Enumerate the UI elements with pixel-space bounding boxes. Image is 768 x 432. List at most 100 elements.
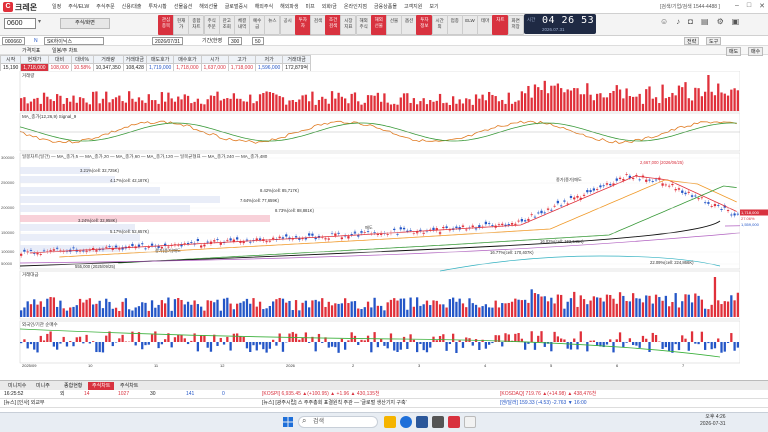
flow-bar xyxy=(504,333,507,342)
toolbar-button[interactable]: 테마 xyxy=(477,15,494,35)
stock-chart[interactable]: 거래량 MA_종가(12,26,9) Signal_9 일봉차트(일간) — MA_… xyxy=(0,71,740,368)
bottom-tab[interactable]: 주식차트 xyxy=(116,382,142,390)
menu-item[interactable]: 일정 xyxy=(52,3,61,10)
store-icon[interactable] xyxy=(432,416,444,428)
menu-item[interactable]: 해외파생 xyxy=(280,3,298,10)
file-explorer-icon[interactable] xyxy=(384,416,396,428)
menu-item[interactable]: 신용/대출 xyxy=(122,3,142,10)
bottom-tab[interactable]: 미니주 xyxy=(32,382,54,390)
menu-item[interactable]: 금융상품몰 xyxy=(374,3,397,10)
candle-body xyxy=(690,195,694,197)
trading-value-bar xyxy=(219,310,222,317)
menu-item[interactable]: 글로벌증시 xyxy=(225,3,248,10)
menu-item[interactable]: 선물옵션 xyxy=(174,3,192,10)
taskbar-search[interactable]: 검색 xyxy=(298,416,378,428)
volume-bar xyxy=(291,99,294,111)
creon-taskbar-icon[interactable] xyxy=(448,416,460,428)
toolbar-button[interactable]: 조건 검색 xyxy=(325,15,342,35)
menu-item[interactable]: 해외주식 xyxy=(255,3,273,10)
sell-button[interactable]: 매도 xyxy=(726,47,742,56)
volume-bar xyxy=(484,100,488,111)
trading-value-bar xyxy=(488,307,491,317)
minimize-icon[interactable]: – xyxy=(735,2,739,10)
bottom-tab[interactable]: 주식차트 xyxy=(88,382,115,390)
unit-input[interactable]: 50 xyxy=(252,37,264,45)
menu-item[interactable]: 외화/금 xyxy=(322,3,337,10)
user-icon[interactable]: ☺ xyxy=(660,17,668,26)
flow-bar xyxy=(252,342,255,346)
menu-item[interactable]: 온라인지점 xyxy=(344,3,367,10)
bell-icon[interactable]: ♪ xyxy=(676,17,680,26)
buy-button[interactable]: 매수 xyxy=(748,47,764,56)
toolbar-button[interactable]: 시간 외 xyxy=(431,15,448,35)
menu-item[interactable]: 주식/ELW xyxy=(68,3,89,10)
toolbar-button[interactable]: 뉴스 xyxy=(264,15,281,35)
toolbar-button[interactable]: 예수 금 xyxy=(249,15,266,35)
toolbar-button[interactable]: 해외 선물 xyxy=(370,15,387,35)
flow-bar xyxy=(540,331,543,342)
tab-price-indicators[interactable]: 가격지표 xyxy=(22,47,40,54)
toolbar-button[interactable]: 관심 종목 xyxy=(158,15,174,35)
volume-bar xyxy=(20,98,23,111)
toolbar-button[interactable]: 해외 주식 xyxy=(355,15,372,35)
browser-icon[interactable] xyxy=(400,416,412,428)
candle-body xyxy=(213,240,216,242)
price-scale: 1,718,00027.06%1,559,000 xyxy=(740,209,768,228)
bottom-tab[interactable]: 종합현황 xyxy=(60,382,86,390)
strategy-button[interactable]: 전략 xyxy=(684,37,700,45)
volume-bar xyxy=(612,90,615,111)
count-input[interactable]: 300 xyxy=(228,37,243,45)
flow-bar xyxy=(452,333,455,342)
toolbar-button[interactable]: ELW xyxy=(462,15,478,35)
toolbar-button[interactable]: 화면 저장 xyxy=(507,15,524,35)
toolbar-button[interactable]: 체결 내역 xyxy=(234,15,250,35)
volume-bar xyxy=(249,94,252,111)
windows-start-icon[interactable] xyxy=(282,416,294,428)
close-icon[interactable]: ✕ xyxy=(759,2,765,10)
mail-icon[interactable] xyxy=(464,416,476,428)
chevron-down-icon[interactable]: ▾ xyxy=(38,18,48,29)
toolbar-button[interactable]: 차트 xyxy=(492,15,509,35)
toolbar-button[interactable]: 현재 가 xyxy=(173,15,190,35)
camera-icon[interactable]: ◘ xyxy=(688,17,693,26)
menu-item[interactable]: 해외선물 xyxy=(199,3,217,10)
menu-item[interactable]: 투자시황 xyxy=(148,3,166,10)
app-icon[interactable] xyxy=(416,416,428,428)
toolbar-button[interactable]: 주식 주문 xyxy=(203,15,220,35)
candle-body xyxy=(314,237,317,240)
maximize-icon[interactable]: □ xyxy=(747,2,751,10)
toolbar-button[interactable]: 선물 xyxy=(386,15,402,35)
menu-item[interactable]: 보기 xyxy=(429,3,438,10)
flow-bar xyxy=(628,338,632,342)
trading-value-bar xyxy=(589,300,592,317)
trading-value-bar xyxy=(661,300,664,317)
print-icon[interactable]: ▤ xyxy=(701,17,709,26)
date-input[interactable]: 2026/07/31 xyxy=(152,37,184,45)
menu-item[interactable]: 미프 xyxy=(306,3,315,10)
menu-item[interactable]: 주식주문 xyxy=(96,3,114,10)
toolbar-button[interactable]: 옵션 xyxy=(401,15,418,35)
toolbar-button[interactable]: 공시 xyxy=(279,15,296,35)
flow-bar xyxy=(448,342,452,345)
toolbar-button[interactable]: 종합 차트 xyxy=(188,15,205,35)
lock-icon[interactable]: ▣ xyxy=(732,17,740,26)
flow-bar xyxy=(29,342,33,345)
tools-button[interactable]: 도구 xyxy=(706,37,722,45)
bottom-tab[interactable]: 미니지수 xyxy=(4,382,30,390)
screen-code-input[interactable]: 0600 xyxy=(4,18,36,29)
toolbar-button[interactable]: 투자 자 xyxy=(294,15,311,35)
tab-daily-chart[interactable]: 일봉/주 차트 xyxy=(52,47,78,54)
stock-code-input[interactable]: 000660 xyxy=(2,37,25,45)
toolbar-button[interactable]: 잔고 조회 xyxy=(218,15,235,35)
menu-item[interactable]: 고객지원 xyxy=(404,3,422,10)
volume-bar xyxy=(206,99,209,111)
quote-header: 매수호가 xyxy=(173,55,202,64)
toolbar-button[interactable]: 검색 xyxy=(310,15,326,35)
volume-bar xyxy=(298,99,301,111)
gear-icon[interactable]: ⚙ xyxy=(717,17,724,26)
toolbar-button[interactable]: 시장 지표 xyxy=(340,15,357,35)
toolbar-button[interactable]: 투자 정보 xyxy=(416,15,433,35)
toolbar-button[interactable]: 업종 xyxy=(446,15,463,35)
stock-screen-button[interactable]: 주식/화면 xyxy=(60,18,110,29)
stock-name-field[interactable]: SK하이닉스 xyxy=(44,37,104,45)
